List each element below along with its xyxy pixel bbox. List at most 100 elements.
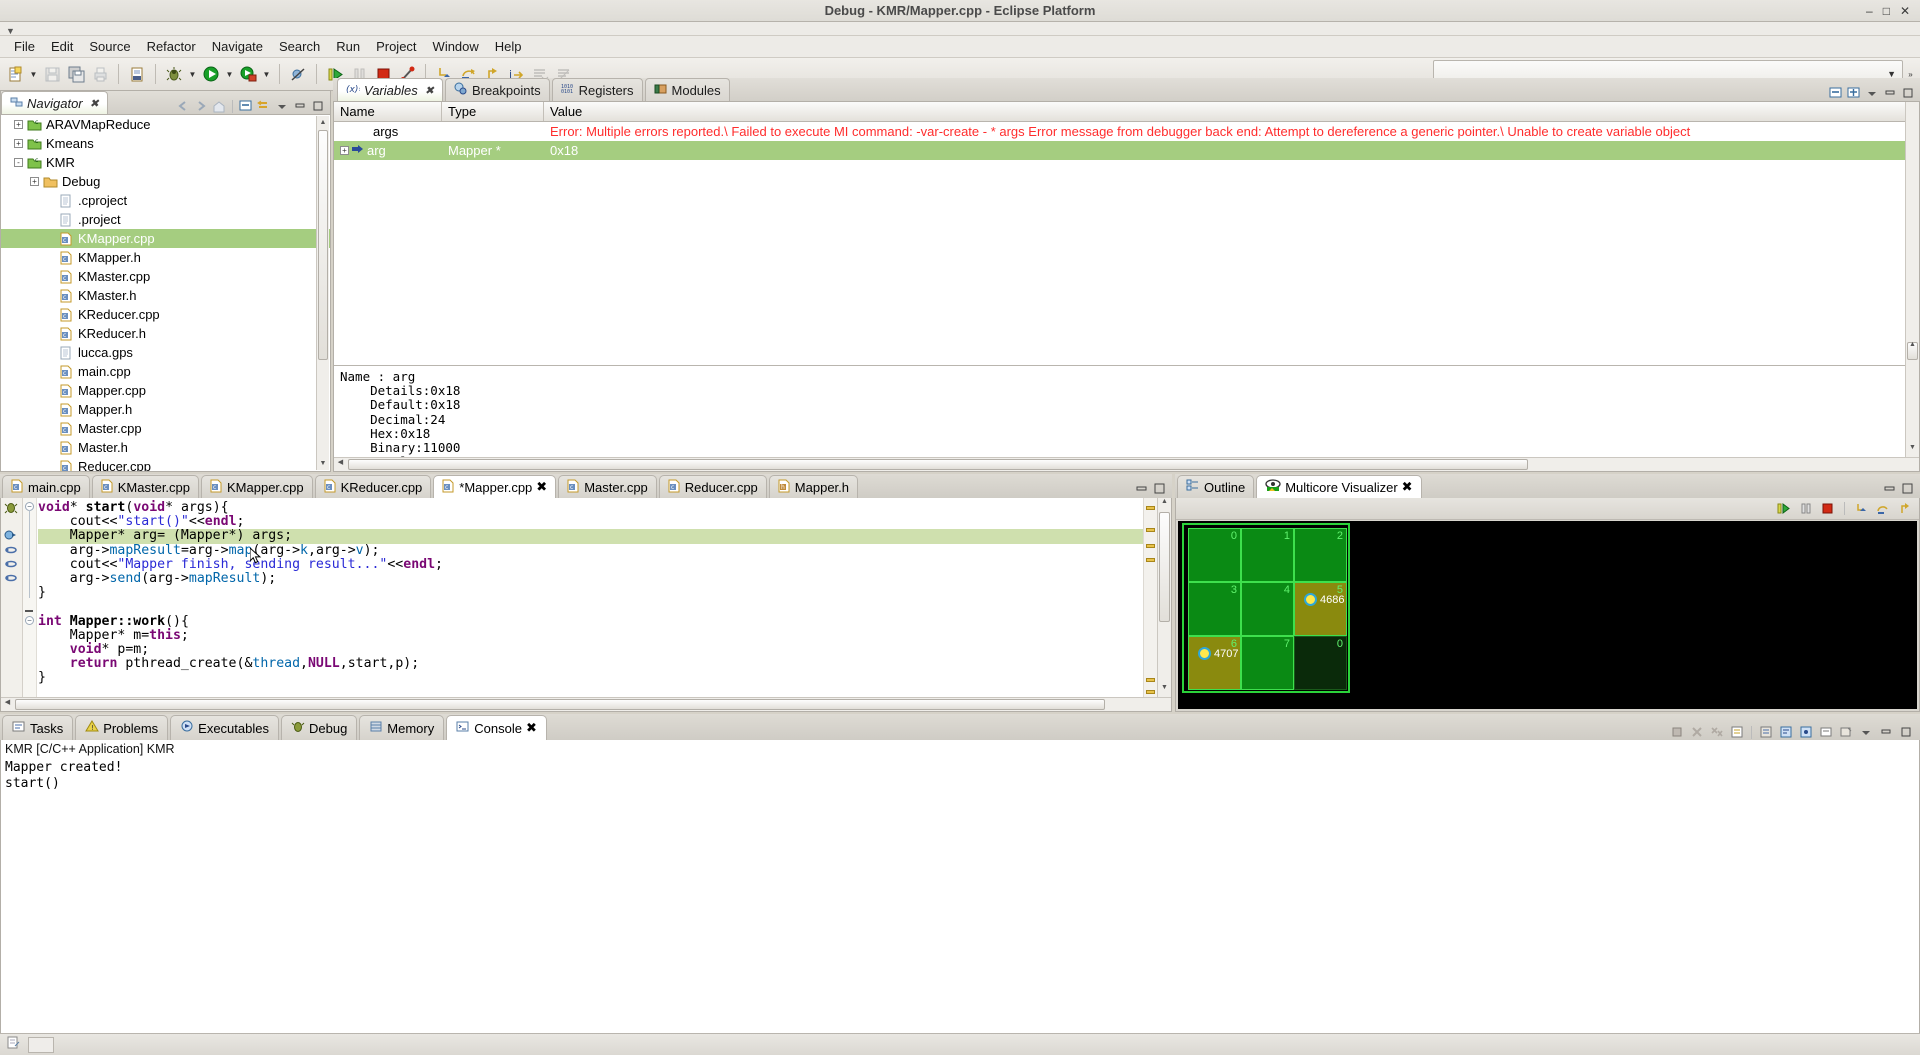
scrollbar-thumb[interactable] [1159, 512, 1170, 622]
new-dropdown-arrow[interactable]: ▼ [28, 63, 39, 85]
column-header-value[interactable]: Value [544, 102, 1919, 121]
save-all-icon[interactable] [65, 63, 87, 85]
close-icon[interactable]: ✖ [526, 720, 537, 736]
remove-all-launches-icon[interactable] [1709, 724, 1725, 740]
menu-item-run[interactable]: Run [328, 37, 368, 56]
close-button[interactable]: ✕ [1900, 5, 1910, 17]
navigator-tree-item[interactable]: c KMapper.cpp [1, 229, 330, 248]
navigator-tree-item[interactable]: c KReducer.h [1, 324, 330, 343]
expand-icon[interactable]: + [11, 117, 26, 132]
minimize-icon[interactable] [1878, 724, 1894, 740]
back-icon[interactable] [175, 98, 191, 114]
navigator-tree-item[interactable]: c Reducer.cpp [1, 457, 330, 471]
tab-multicore-visualizer[interactable]: Multicore Visualizer ✖ [1256, 475, 1422, 498]
code-line[interactable] [38, 600, 1143, 614]
suspend-icon[interactable] [1798, 501, 1814, 517]
code-line[interactable]: } [38, 586, 1143, 600]
tab-breakpoints[interactable]: Breakpoints [444, 78, 550, 101]
scrollbar-thumb[interactable] [15, 699, 1105, 710]
navigator-tree-item[interactable]: c Mapper.h [1, 400, 330, 419]
new-file-icon[interactable] [4, 63, 26, 85]
navigator-tree[interactable]: + c ARAVMapReduce + c Kmeans - c KMR + Debug .cproj… [1, 115, 330, 471]
menu-item-project[interactable]: Project [368, 37, 424, 56]
thread-marker[interactable] [1304, 593, 1317, 606]
scroll-left-arrow[interactable]: ◀ [1, 698, 14, 711]
editor-horizontal-scrollbar[interactable]: ◀ [1, 697, 1171, 711]
expand-icon[interactable]: + [340, 146, 349, 155]
code-line[interactable]: } [38, 671, 1143, 685]
chevron-down-icon[interactable]: ▼ [6, 26, 15, 36]
menu-item-refactor[interactable]: Refactor [139, 37, 204, 56]
editor-folding-gutter[interactable]: − − [23, 498, 37, 697]
navigator-tree-item[interactable]: + c ARAVMapReduce [1, 115, 330, 134]
scroll-left-arrow[interactable]: ◀ [334, 458, 347, 471]
maximize-icon[interactable] [1901, 482, 1914, 498]
core-box[interactable]: 0 [1188, 528, 1241, 582]
pin-console-icon[interactable] [1798, 724, 1814, 740]
editor-tab-main-cpp[interactable]: c main.cpp [2, 475, 90, 498]
code-line[interactable]: Mapper* m=this; [38, 628, 1143, 643]
code-line[interactable]: cout<<"start()"<<endl; [38, 515, 1143, 529]
multicore-visualizer-canvas[interactable]: 0 1 2 3 4 5 6 7 0 4686 4707 [1178, 521, 1917, 709]
core-box[interactable]: 3 [1188, 582, 1241, 636]
close-icon[interactable]: ✖ [425, 84, 434, 97]
tab-variables[interactable]: (x)= Variables ✖ [337, 78, 443, 101]
navigator-tree-item[interactable]: .cproject [1, 191, 330, 210]
minimize-icon[interactable] [1882, 85, 1898, 101]
scroll-up-arrow[interactable]: ▲ [1158, 498, 1171, 511]
variables-vertical-scrollbar[interactable]: ▲ ▼ [1905, 102, 1919, 471]
close-icon[interactable]: ✖ [1402, 479, 1413, 495]
overview-ruler-marker[interactable] [1146, 544, 1155, 548]
open-console-icon[interactable] [1838, 724, 1854, 740]
tab-modules[interactable]: Modules [644, 78, 730, 101]
navigator-tree-item[interactable]: .project [1, 210, 330, 229]
maximize-icon[interactable] [1898, 724, 1914, 740]
terminate-icon[interactable] [1820, 501, 1836, 517]
editor-tab-reducer-cpp[interactable]: c Reducer.cpp [658, 475, 767, 498]
maximize-icon[interactable] [310, 98, 326, 114]
navigator-tree-item[interactable]: lucca.gps [1, 343, 330, 362]
external-tools-icon[interactable] [237, 63, 259, 85]
bug-marker-icon[interactable] [4, 501, 18, 517]
expand-all-icon[interactable] [1846, 85, 1862, 101]
print-icon[interactable] [89, 63, 111, 85]
build-icon[interactable] [126, 63, 148, 85]
scroll-down-arrow[interactable]: ▼ [317, 457, 329, 470]
navigator-tree-item[interactable]: c KMapper.h [1, 248, 330, 267]
tab-outline[interactable]: Outline [1177, 475, 1255, 498]
navigator-scrollbar[interactable]: ▲ ▼ [316, 116, 329, 470]
home-icon[interactable] [211, 98, 227, 114]
thread-marker[interactable] [1198, 647, 1211, 660]
menu-item-window[interactable]: Window [425, 37, 487, 56]
editor-code[interactable]: void* start(void* args){ cout<<"start()"… [38, 498, 1143, 697]
navigator-tree-item[interactable]: c KMaster.cpp [1, 267, 330, 286]
overview-ruler-marker[interactable] [1146, 528, 1155, 532]
run-dropdown-arrow[interactable]: ▼ [224, 63, 235, 85]
column-header-name[interactable]: Name [334, 102, 442, 121]
editor-tab-mapper-h[interactable]: h Mapper.h [768, 475, 858, 498]
editor-tab-mapper-cpp[interactable]: c *Mapper.cpp ✖ [433, 475, 557, 498]
scrollbar-thumb[interactable] [318, 130, 328, 360]
forward-icon[interactable] [193, 98, 209, 114]
scroll-lock-icon[interactable] [1758, 724, 1774, 740]
navigator-tree-item[interactable]: + Debug [1, 172, 330, 191]
overview-ruler-marker[interactable] [1146, 678, 1155, 682]
maximize-icon[interactable] [1153, 482, 1166, 498]
code-line[interactable]: cout<<"Mapper finish, sending result..."… [38, 557, 1143, 572]
tab-tasks[interactable]: Tasks [2, 715, 74, 740]
terminate-icon[interactable] [1669, 724, 1685, 740]
edit-marker-icon[interactable] [4, 572, 18, 588]
menu-item-source[interactable]: Source [81, 37, 138, 56]
table-row[interactable]: args Error: Multiple errors reported.\ Fa… [334, 122, 1919, 141]
navigator-tree-item[interactable]: c Master.h [1, 438, 330, 457]
view-menu-icon[interactable] [1864, 85, 1880, 101]
collapse-all-icon[interactable] [238, 98, 254, 114]
link-with-editor-icon[interactable] [256, 98, 272, 114]
word-wrap-icon[interactable] [1778, 724, 1794, 740]
step-into-icon[interactable] [1853, 501, 1869, 517]
close-icon[interactable]: ✖ [90, 97, 99, 110]
variables-table-rows[interactable]: args Error: Multiple errors reported.\ Fa… [334, 122, 1919, 160]
view-menu-icon[interactable] [274, 98, 290, 114]
cpu-box[interactable]: 0 1 2 3 4 5 6 7 0 4686 4707 [1182, 523, 1350, 693]
navigator-tree-item[interactable]: c Master.cpp [1, 419, 330, 438]
